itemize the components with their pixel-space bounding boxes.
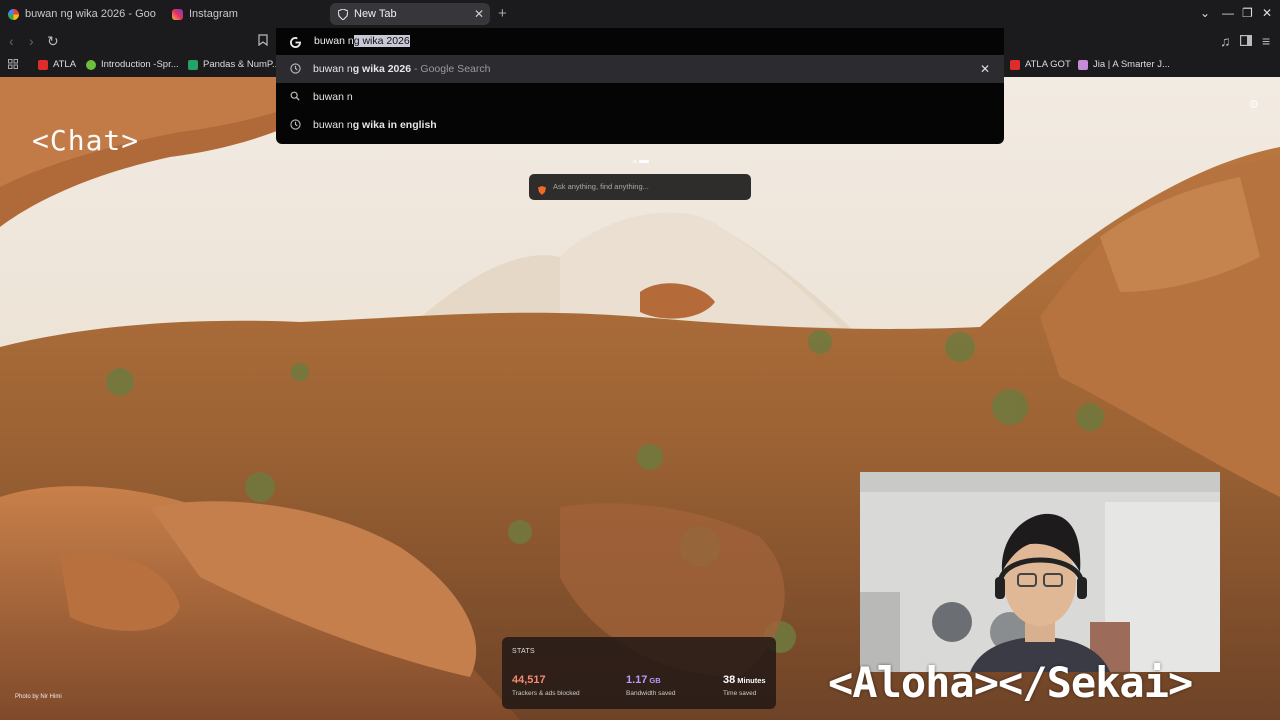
suggestion-item[interactable]: buwan ng wika 2026 - Google Search ✕ bbox=[276, 55, 1004, 83]
address-bar[interactable]: buwan ng wika 2026 bbox=[276, 28, 1004, 55]
tab-strip: buwan ng wika 2026 - Google S Instagram … bbox=[0, 0, 1280, 28]
media-icon[interactable]: ♫ bbox=[1220, 33, 1231, 49]
tab-title: New Tab bbox=[354, 8, 397, 20]
suggestion-bold: g wika in english bbox=[352, 119, 437, 131]
instagram-icon bbox=[172, 8, 183, 20]
sheets-icon bbox=[188, 59, 198, 70]
history-icon bbox=[290, 63, 302, 75]
photo-credit[interactable]: Photo by Nir Himi bbox=[15, 694, 62, 700]
suggestion-bold: g wika 2026 bbox=[352, 63, 412, 75]
bookmark-pandas[interactable]: Pandas & NumP... bbox=[188, 59, 280, 70]
brave-logo-icon bbox=[538, 182, 546, 200]
suggestion-suffix: - Google Search bbox=[411, 63, 491, 75]
bookmark-label: Pandas & NumP... bbox=[203, 59, 280, 70]
bookmark-atla-got[interactable]: ATLA GOT bbox=[1010, 59, 1071, 70]
history-icon bbox=[290, 119, 302, 131]
menu-icon[interactable]: ≡ bbox=[1262, 33, 1270, 49]
bookmark-atla[interactable]: ATLA bbox=[38, 59, 76, 70]
autocomplete-selection: g wika 2026 bbox=[353, 35, 410, 47]
suggestion-item[interactable]: buwan n bbox=[276, 83, 1004, 111]
minimize-icon[interactable]: — bbox=[1222, 6, 1234, 20]
stats-title: STATS bbox=[512, 648, 536, 655]
bandwidth-value: 1.17 bbox=[626, 674, 648, 686]
stat-bandwidth: 1.17 GB Bandwidth saved bbox=[626, 670, 676, 697]
remove-suggestion-icon[interactable]: ✕ bbox=[980, 62, 990, 76]
trackers-label: Trackers & ads blocked bbox=[512, 690, 580, 697]
bandwidth-unit: GB bbox=[649, 676, 661, 685]
bookmark-icon[interactable] bbox=[258, 33, 268, 49]
omnibox-dropdown: buwan ng wika 2026 buwan ng wika 2026 - … bbox=[276, 28, 1004, 144]
ask-placeholder: Ask anything, find anything... bbox=[553, 182, 649, 191]
spring-icon bbox=[86, 59, 96, 70]
suggestion-item[interactable]: buwan ng wika in english bbox=[276, 111, 1004, 139]
trackers-value: 44,517 bbox=[512, 674, 546, 686]
bandwidth-label: Bandwidth saved bbox=[626, 690, 676, 697]
stat-time: 38 Minutes Time saved bbox=[723, 670, 766, 697]
webcam-image bbox=[860, 472, 1220, 672]
chat-overlay-label: <Chat> bbox=[32, 124, 140, 157]
customize-gear-icon[interactable] bbox=[1249, 96, 1259, 114]
tab-new-tab[interactable]: New Tab ✕ bbox=[330, 3, 490, 25]
tab-title: buwan ng wika 2026 - Google S bbox=[25, 8, 156, 20]
bookmark-jia[interactable]: Jia | A Smarter J... bbox=[1078, 59, 1170, 70]
tab-title: Instagram bbox=[189, 8, 238, 20]
youtube-icon bbox=[38, 59, 48, 70]
typed-text: buwan n bbox=[314, 35, 354, 47]
sidebar-icon[interactable] bbox=[1240, 33, 1253, 49]
address-input[interactable]: buwan ng wika 2026 bbox=[314, 35, 410, 47]
bookmark-label: Jia | A Smarter J... bbox=[1093, 59, 1170, 70]
webcam-feed bbox=[860, 472, 1220, 672]
search-icon bbox=[290, 91, 302, 103]
maximize-icon[interactable]: ❐ bbox=[1242, 6, 1253, 20]
bookmark-label: ATLA bbox=[53, 59, 77, 70]
tab-google-search[interactable]: buwan ng wika 2026 - Google S bbox=[8, 4, 156, 24]
tab-instagram[interactable]: Instagram bbox=[172, 4, 322, 24]
bookmark-label: ATLA GOT bbox=[1025, 59, 1071, 70]
ask-search-bar[interactable]: Ask anything, find anything... bbox=[529, 174, 751, 200]
tab-search-icon[interactable]: ⌄ bbox=[1200, 6, 1210, 20]
apps-grid-icon[interactable] bbox=[8, 59, 18, 69]
close-tab-icon[interactable]: ✕ bbox=[474, 7, 484, 21]
stats-widget: STATS 44,517 Trackers & ads blocked 1.17… bbox=[502, 637, 776, 709]
suggestion-prefix: buwan n bbox=[313, 91, 353, 103]
youtube-icon bbox=[1010, 59, 1020, 70]
time-unit: Minutes bbox=[737, 676, 766, 685]
stat-trackers: 44,517 Trackers & ads blocked bbox=[512, 670, 580, 697]
time-label: Time saved bbox=[723, 690, 757, 697]
aloha-overlay-label: <Aloha></Sekai> bbox=[828, 658, 1193, 707]
suggestion-prefix: buwan n bbox=[313, 63, 353, 75]
suggestion-prefix: buwan n bbox=[313, 119, 353, 131]
brave-shield-icon bbox=[338, 8, 348, 20]
google-icon bbox=[8, 8, 19, 20]
page-dots[interactable] bbox=[633, 151, 651, 169]
back-icon[interactable]: ‹ bbox=[9, 33, 14, 49]
bookmark-label: Introduction -Spr... bbox=[101, 59, 179, 70]
google-icon bbox=[290, 35, 301, 53]
time-value: 38 bbox=[723, 674, 736, 686]
jia-icon bbox=[1078, 59, 1088, 70]
bookmark-spring[interactable]: Introduction -Spr... bbox=[86, 59, 179, 70]
reload-icon[interactable]: ↻ bbox=[47, 33, 59, 50]
forward-icon[interactable]: › bbox=[29, 33, 34, 49]
new-tab-icon[interactable]: + bbox=[498, 5, 507, 22]
close-window-icon[interactable]: ✕ bbox=[1262, 6, 1272, 20]
